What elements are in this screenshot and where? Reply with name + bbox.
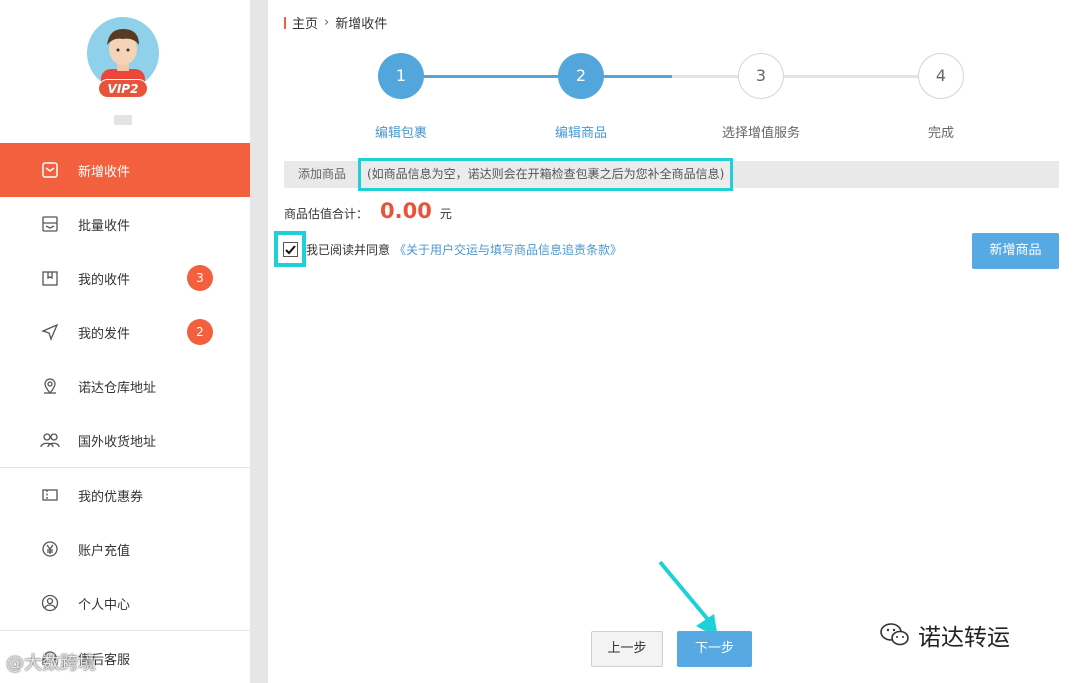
watermark-brand: 诺达转运: [918, 625, 1010, 651]
goods-total: 商品估值合计： 0.00 元: [284, 199, 452, 223]
step-3-label: 选择增值服务: [721, 126, 800, 141]
total-unit: 元: [439, 207, 452, 221]
wechat-icon: [880, 623, 909, 646]
sidebar-item-warehouse-address[interactable]: 诺达仓库地址: [0, 359, 250, 413]
sidebar-item-profile[interactable]: 个人中心: [0, 576, 250, 630]
package-icon: [40, 268, 60, 288]
step-connector: [672, 75, 739, 78]
progress-steps: 1 2 3 4 编辑包裹 编辑商品 选择增值服务 完成: [268, 53, 1075, 148]
breadcrumb-current: 新增收件: [335, 17, 388, 32]
breadcrumb: 主页 › 新增收件: [284, 13, 387, 32]
vip-badge: VIP2: [98, 79, 148, 98]
sidebar-item-new-receipt[interactable]: 新增收件: [0, 143, 250, 197]
sidebar-item-coupons[interactable]: 我的优惠券: [0, 468, 250, 522]
sidebar-item-recharge[interactable]: 账户充值: [0, 522, 250, 576]
agreement-terms-link[interactable]: 《关于用户交运与填写商品信息追责条款》: [394, 241, 622, 258]
sidebar-item-my-shipments[interactable]: 我的发件 2: [0, 305, 250, 359]
users-icon: [40, 430, 60, 450]
batch-inbox-icon: [40, 214, 60, 234]
sidebar-item-label: 我的优惠券: [78, 489, 144, 505]
add-goods-header: 添加商品 (如商品信息为空，诺达则会在开箱检查包裹之后为您补全商品信息): [284, 158, 1059, 191]
location-pin-icon: [40, 376, 60, 396]
add-goods-title: 添加商品: [298, 167, 347, 181]
sidebar-item-label: 批量收件: [78, 218, 131, 234]
brand-watermark: 诺达转运: [880, 618, 1010, 652]
sidebar-item-label: 个人中心: [78, 597, 131, 613]
sidebar-item-my-receipts[interactable]: 我的收件 3: [0, 251, 250, 305]
step-connector: [784, 75, 919, 78]
add-goods-hint: (如商品信息为空，诺达则会在开箱检查包裹之后为您补全商品信息): [358, 158, 734, 191]
count-badge: 3: [187, 265, 213, 291]
send-icon: [40, 322, 60, 342]
step-3-circle: 3: [738, 53, 784, 99]
sidebar-item-overseas-address[interactable]: 国外收货地址: [0, 413, 250, 467]
agreement-row: 我已阅读并同意 《关于用户交运与填写商品信息追责条款》: [274, 231, 622, 267]
next-step-button[interactable]: 下一步: [677, 631, 752, 667]
step-connector: [604, 75, 672, 78]
sidebar: VIP2 新增收件 批量收件 我的收件 3 我的发件 2 诺达仓库地址 国外收货…: [0, 0, 250, 683]
add-goods-button[interactable]: 新增商品: [972, 233, 1059, 269]
sidebar-item-label: 国外收货地址: [78, 434, 157, 450]
total-amount: 0.00: [380, 199, 432, 223]
yen-icon: [40, 539, 60, 559]
breadcrumb-home[interactable]: 主页: [292, 13, 318, 32]
main-content: 主页 › 新增收件 1 2 3 4 编辑包裹 编辑商品 选择增值服务 完成 添加…: [268, 0, 1075, 683]
step-4-circle: 4: [918, 53, 964, 99]
agreement-text: 我已阅读并同意: [306, 242, 391, 257]
inbox-icon: [40, 160, 60, 180]
sidebar-item-label: 诺达仓库地址: [78, 380, 157, 396]
username-placeholder: [114, 115, 132, 125]
sidebar-gutter: [250, 0, 268, 683]
sidebar-item-batch-receipt[interactable]: 批量收件: [0, 197, 250, 251]
breadcrumb-marker: [284, 16, 286, 29]
total-label: 商品估值合计：: [284, 207, 369, 221]
app-root: VIP2 新增收件 批量收件 我的收件 3 我的发件 2 诺达仓库地址 国外收货…: [0, 0, 1075, 683]
step-1-circle: 1: [378, 53, 424, 99]
step-4-label: 完成: [927, 126, 954, 141]
step-2-label: 编辑商品: [554, 126, 607, 141]
agreement-checkbox[interactable]: [282, 241, 298, 257]
step-2-circle: 2: [558, 53, 604, 99]
count-badge: 2: [187, 319, 213, 345]
source-watermark: @大数跨境: [6, 653, 96, 674]
sidebar-item-label: 新增收件: [78, 164, 131, 180]
chevron-right-icon: ›: [324, 15, 330, 30]
prev-step-button[interactable]: 上一步: [591, 631, 663, 667]
coupon-icon: [40, 485, 60, 505]
sidebar-item-label: 我的发件: [78, 326, 131, 342]
step-1-label: 编辑包裹: [374, 126, 427, 141]
sidebar-menu: 新增收件 批量收件 我的收件 3 我的发件 2 诺达仓库地址 国外收货地址 我的…: [0, 143, 250, 683]
user-icon: [40, 593, 60, 613]
sidebar-item-label: 账户充值: [78, 543, 131, 559]
agreement-checkbox-highlight: [274, 231, 306, 267]
step-connector: [424, 75, 559, 78]
sidebar-item-label: 我的收件: [78, 272, 131, 288]
checkmark-icon: [284, 244, 296, 254]
